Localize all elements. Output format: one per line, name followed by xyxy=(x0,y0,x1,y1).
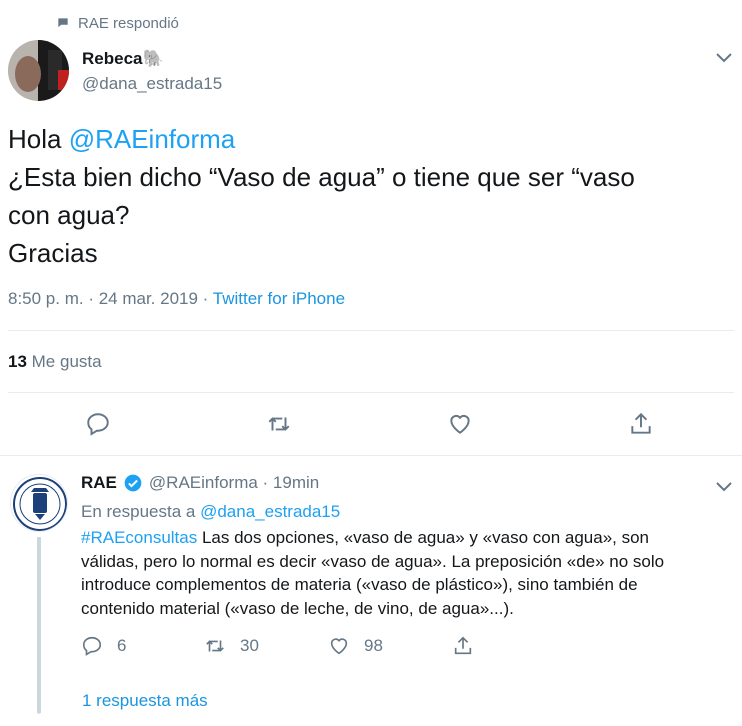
reply-retweet-button[interactable]: 30 xyxy=(204,633,259,659)
reply-reply-button[interactable]: 6 xyxy=(81,633,126,659)
thread-dots-icon xyxy=(37,690,41,714)
retweet-icon xyxy=(206,640,224,652)
reply-share-button[interactable] xyxy=(452,633,474,659)
retweet-context: RAE respondió xyxy=(56,13,179,33)
in-reply-prefix: En respuesta a xyxy=(81,502,201,521)
reply-icon xyxy=(82,636,102,656)
reply-header: RAE @RAEinforma · 19min xyxy=(81,473,319,493)
tweet-line: ¿Esta bien dicho “Vaso de agua” o tiene … xyxy=(8,162,635,192)
reply-line: introduce complementos de materia («vaso… xyxy=(81,575,638,594)
tweet-author: Rebeca🐘 @dana_estrada15 xyxy=(8,40,734,102)
author-name[interactable]: RAE xyxy=(81,473,117,493)
author-handle[interactable]: @dana_estrada15 xyxy=(82,74,222,94)
share-button[interactable] xyxy=(623,406,659,442)
more-replies-link[interactable]: 1 respuesta más xyxy=(82,691,208,711)
mention-link[interactable]: @dana_estrada15 xyxy=(200,502,340,521)
share-icon xyxy=(631,412,651,434)
divider xyxy=(8,392,734,393)
source-link[interactable]: Twitter for iPhone xyxy=(213,289,345,308)
reply-text-segment: Las dos opciones, «vaso de agua» y «vaso… xyxy=(197,528,650,547)
tweet-line: Gracias xyxy=(8,238,98,268)
like-icon xyxy=(450,414,470,434)
retweet-count: 30 xyxy=(240,636,259,655)
chevron-down-icon[interactable] xyxy=(714,476,734,496)
in-reply-to: En respuesta a @dana_estrada15 xyxy=(81,502,340,522)
reply-icon xyxy=(87,413,109,436)
speech-bubble-icon xyxy=(58,18,68,28)
reply-line: contenido material («vaso de leche, de v… xyxy=(81,598,514,618)
like-icon xyxy=(330,638,348,655)
hashtag-link[interactable]: #RAEconsultas xyxy=(81,528,197,547)
like-count: 98 xyxy=(364,636,383,655)
mention-link[interactable]: @RAEinforma xyxy=(69,124,236,154)
reply-count: 6 xyxy=(117,636,127,655)
divider xyxy=(8,330,734,331)
context-label: RAE respondió xyxy=(78,14,179,32)
tweet-text-segment: Hola xyxy=(8,124,69,154)
tweet-text: Hola @RAEinforma ¿Esta bien dicho “Vaso … xyxy=(8,120,728,272)
tweet-meta: 8:50 p. m. · 24 mar. 2019 · Twitter for … xyxy=(8,289,345,309)
author-handle[interactable]: @RAEinforma · 19min xyxy=(149,473,319,493)
share-icon xyxy=(454,636,472,655)
avatar[interactable] xyxy=(10,474,68,532)
retweet-icon xyxy=(268,417,290,431)
like-button[interactable] xyxy=(442,406,478,442)
retweet-button[interactable] xyxy=(261,406,297,442)
likes-count: 13 xyxy=(8,352,27,371)
reply-line: válidas, pero lo normal es decir «vaso d… xyxy=(81,551,665,571)
tweet-line: Hola @RAEinforma xyxy=(8,120,728,158)
avatar[interactable] xyxy=(8,40,69,101)
thread-line xyxy=(37,537,41,713)
tweet-line: con agua? xyxy=(8,200,130,230)
reply-line: #RAEconsultas Las dos opciones, «vaso de… xyxy=(81,526,721,550)
reply-tweet[interactable]: RAE @RAEinforma · 19min En respuesta a @… xyxy=(0,455,742,726)
rae-seal-icon xyxy=(13,477,67,531)
timestamp[interactable]: 8:50 p. m. · 24 mar. 2019 · xyxy=(8,289,213,308)
likes-stat[interactable]: 13 Me gusta xyxy=(8,352,102,372)
verified-badge-icon xyxy=(124,474,142,492)
reply-button[interactable] xyxy=(80,406,116,442)
author-name[interactable]: Rebeca🐘 xyxy=(82,49,164,69)
reply-text: #RAEconsultas Las dos opciones, «vaso de… xyxy=(81,526,721,620)
chevron-down-icon[interactable] xyxy=(714,47,734,67)
reply-like-button[interactable]: 98 xyxy=(328,633,383,659)
likes-label: Me gusta xyxy=(26,352,102,371)
